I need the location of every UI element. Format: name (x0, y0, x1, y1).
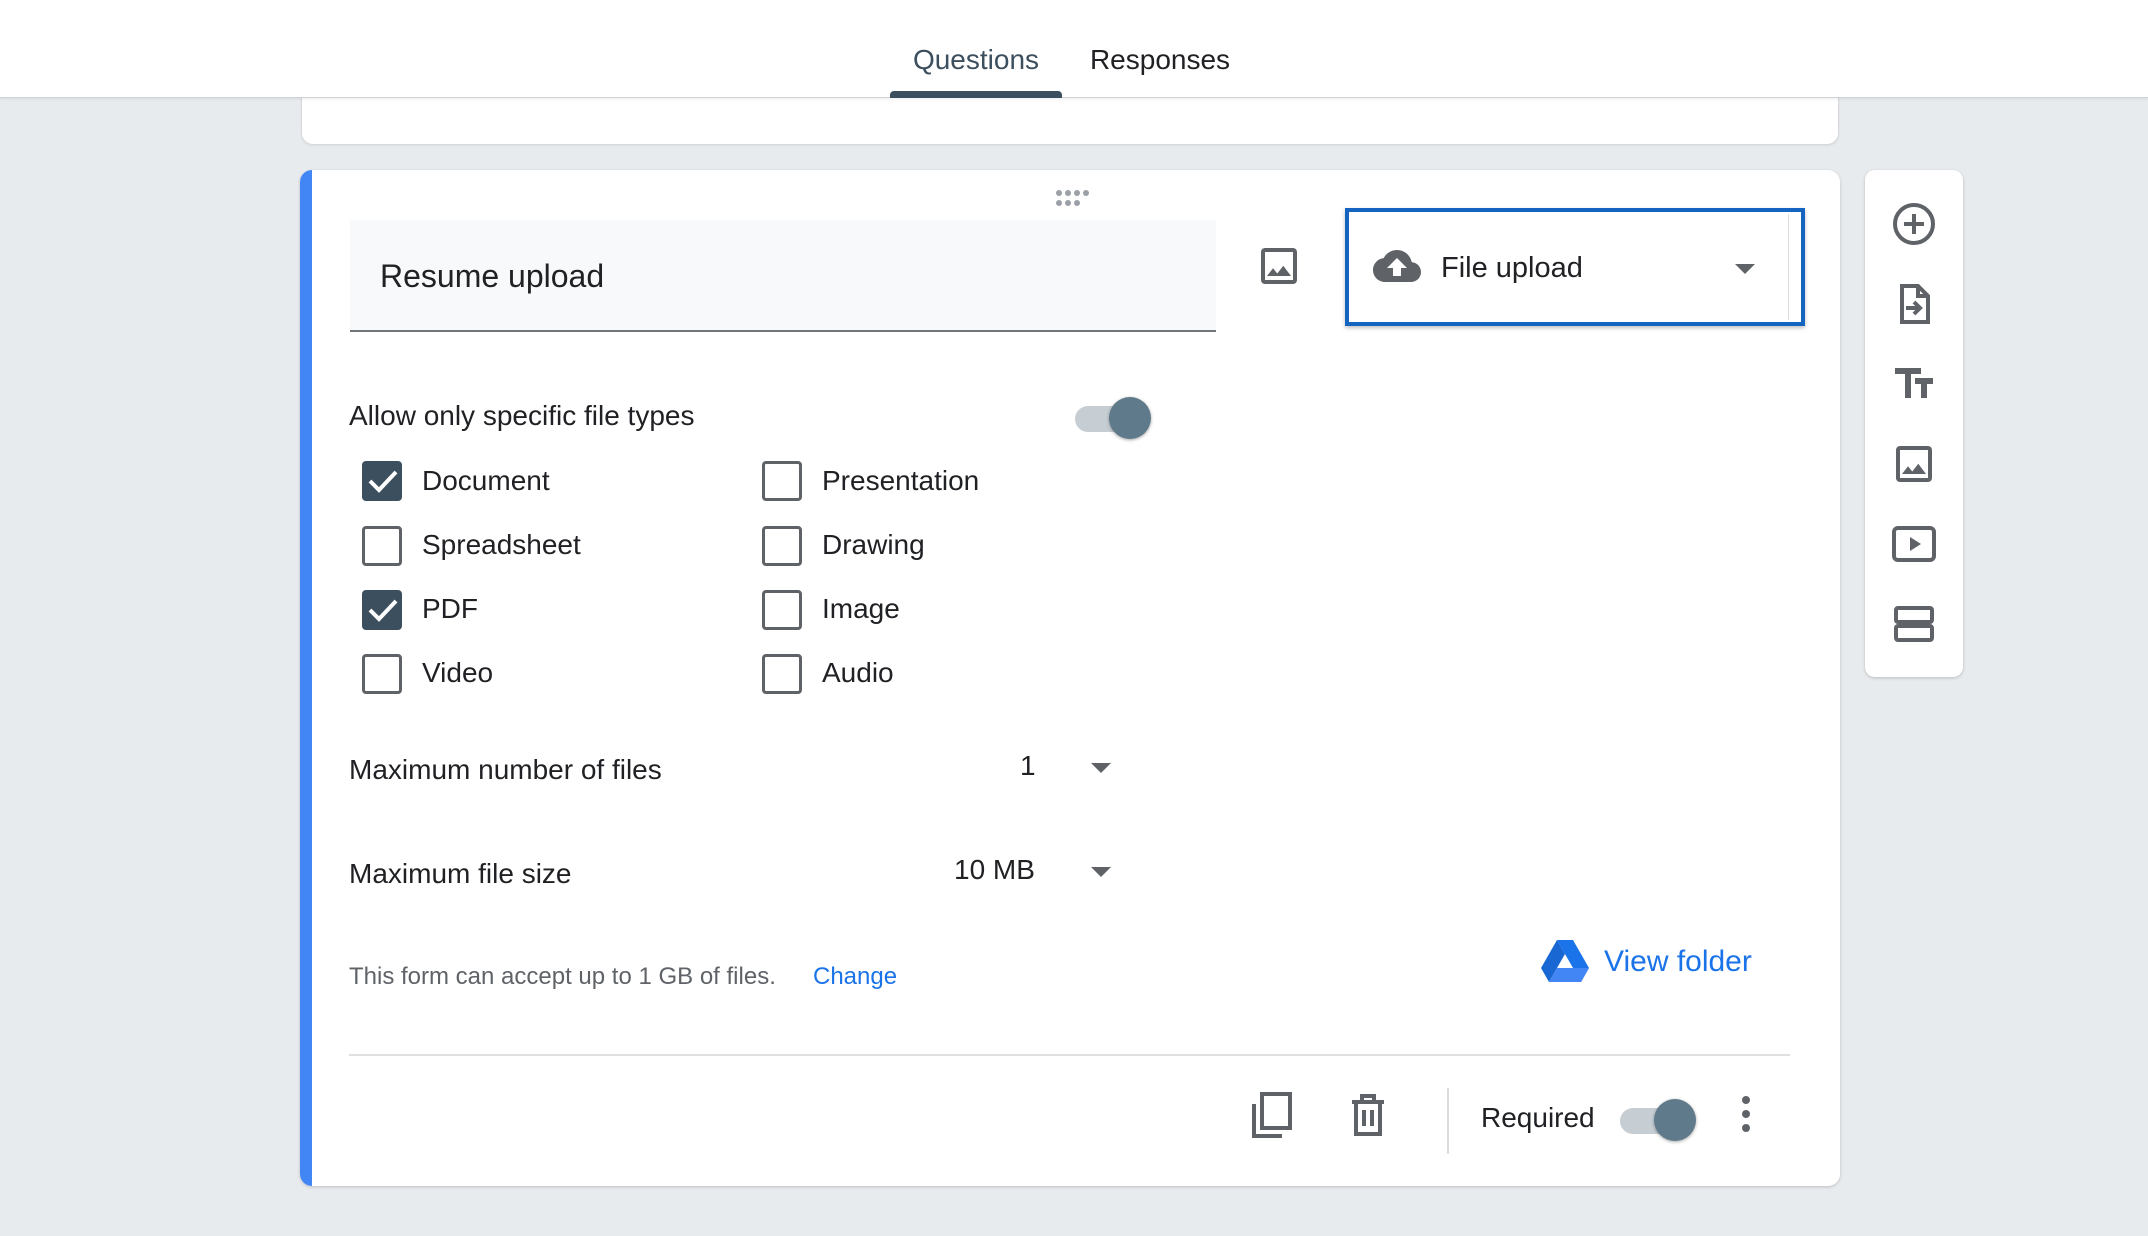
side-toolbar (1865, 170, 1963, 677)
add-title-icon[interactable] (1890, 360, 1938, 408)
delete-icon[interactable] (1350, 1094, 1386, 1141)
checkbox-label-image: Image (822, 593, 900, 624)
active-tab-indicator (890, 91, 1062, 98)
change-link[interactable]: Change (813, 963, 897, 991)
checkbox-label-document: Document (422, 465, 550, 496)
checkbox-audio[interactable] (762, 654, 804, 696)
checkbox-label-presentation: Presentation (822, 465, 980, 496)
cloud-upload-icon (1373, 248, 1421, 284)
checkbox-drawing[interactable] (762, 526, 804, 568)
max-files-label: Maximum number of files (349, 754, 662, 785)
checkbox-label-pdf: PDF (422, 593, 478, 624)
checkbox-label-video: Video (422, 657, 494, 688)
chevron-down-icon (1733, 262, 1757, 276)
view-folder-link[interactable]: View folder (1604, 945, 1752, 979)
checkbox-label-audio: Audio (822, 657, 894, 688)
more-options-icon[interactable] (1740, 1094, 1752, 1139)
top-bar: Questions Responses (0, 0, 2148, 98)
checkbox-spreadsheet[interactable] (362, 526, 404, 568)
question-card[interactable]: Resume upload File upload Allow only spe… (300, 170, 1840, 1186)
duplicate-icon[interactable] (1250, 1092, 1294, 1145)
storage-info-text: This form can accept up to 1 GB of files… (349, 963, 776, 990)
question-title-field[interactable]: Resume upload (350, 220, 1216, 332)
max-files-value[interactable]: 1 (1020, 750, 1036, 782)
checkbox-video[interactable] (362, 654, 404, 696)
question-type-label: File upload (1441, 252, 1583, 284)
checkbox-document[interactable] (362, 461, 404, 503)
required-label: Required (1481, 1102, 1595, 1133)
max-size-value[interactable]: 10 MB (954, 854, 1035, 886)
add-image-icon[interactable] (1255, 242, 1303, 290)
add-question-icon[interactable] (1890, 200, 1938, 248)
required-toggle[interactable] (1620, 1098, 1698, 1142)
chevron-down-icon[interactable] (1090, 761, 1112, 773)
tab-responses[interactable]: Responses (1080, 44, 1240, 98)
question-type-select[interactable]: File upload (1345, 208, 1805, 326)
tab-questions[interactable]: Questions (890, 44, 1062, 98)
checkbox-image[interactable] (762, 590, 804, 632)
add-video-icon[interactable] (1890, 520, 1938, 568)
import-questions-icon[interactable] (1890, 280, 1938, 328)
checkbox-label-spreadsheet: Spreadsheet (422, 529, 581, 560)
footer-vertical-divider (1447, 1088, 1449, 1154)
checkbox-label-drawing: Drawing (822, 529, 925, 560)
google-drive-icon[interactable] (1541, 940, 1589, 982)
drag-handle-icon[interactable] (1055, 188, 1089, 208)
max-size-label: Maximum file size (349, 858, 572, 889)
active-card-accent (300, 170, 312, 1186)
add-image-icon[interactable] (1890, 440, 1938, 488)
checkbox-presentation[interactable] (762, 461, 804, 503)
question-title-text[interactable]: Resume upload (380, 258, 604, 295)
chevron-down-icon[interactable] (1090, 865, 1112, 877)
allow-specific-types-label: Allow only specific file types (349, 400, 695, 431)
add-section-icon[interactable] (1890, 600, 1938, 648)
footer-divider (349, 1054, 1790, 1056)
checkbox-pdf[interactable] (362, 590, 404, 632)
allow-specific-types-toggle[interactable] (1075, 396, 1153, 440)
